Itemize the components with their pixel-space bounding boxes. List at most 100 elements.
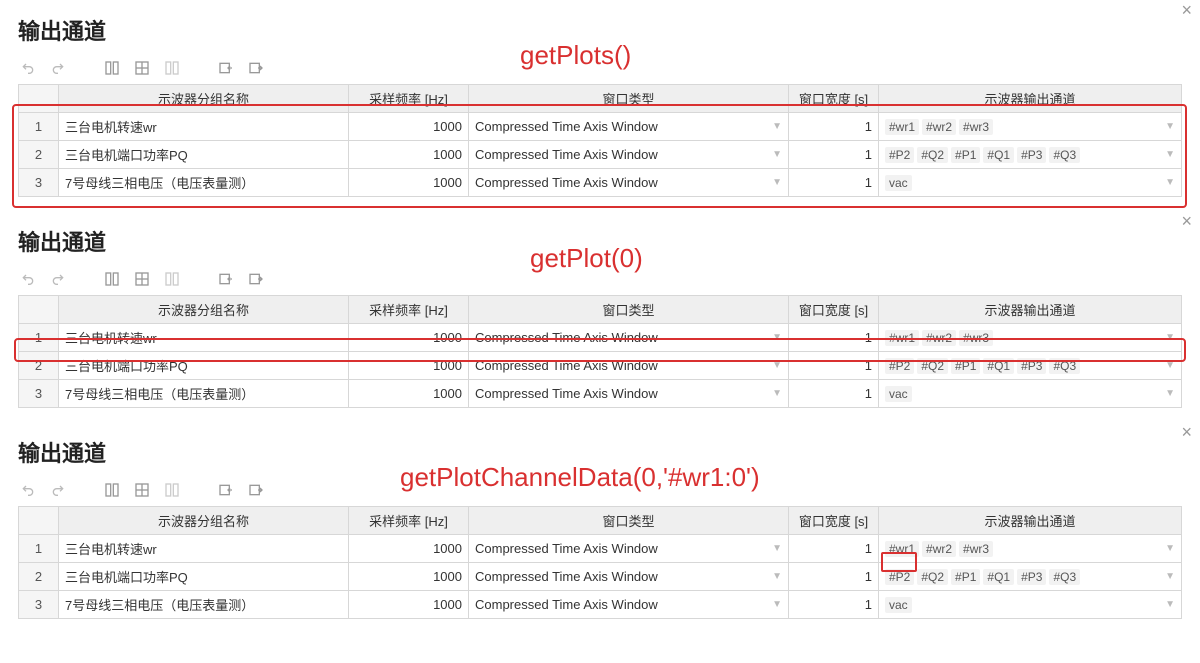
channel-tag[interactable]: #P1: [951, 569, 980, 585]
cell-name[interactable]: 三台电机端口功率PQ: [59, 141, 349, 169]
cell-freq[interactable]: 1000: [349, 535, 469, 563]
cell-name[interactable]: 7号母线三相电压（电压表量测）: [59, 169, 349, 197]
cell-name[interactable]: 三台电机转速wr: [59, 113, 349, 141]
cell-name[interactable]: 7号母线三相电压（电压表量测）: [59, 591, 349, 619]
channel-tag[interactable]: #Q1: [983, 147, 1014, 163]
channel-tag[interactable]: #wr1: [885, 541, 919, 557]
cell-window-width[interactable]: 1: [789, 141, 879, 169]
grid-add-col-icon[interactable]: [104, 482, 120, 498]
import-icon[interactable]: [218, 271, 234, 287]
channel-tag[interactable]: #P3: [1017, 358, 1046, 374]
channel-tag[interactable]: #wr2: [922, 541, 956, 557]
table-row[interactable]: 1 三台电机转速wr1000Compressed Time Axis Window…: [19, 324, 1182, 352]
table-row[interactable]: 2三台电机端口功率PQ1000Compressed Time Axis Wind…: [19, 352, 1182, 380]
channel-tag[interactable]: #P3: [1017, 147, 1046, 163]
table-row[interactable]: 37号母线三相电压（电压表量测）1000Compressed Time Axis…: [19, 591, 1182, 619]
channel-tag[interactable]: #wr2: [922, 119, 956, 135]
cell-window-type[interactable]: Compressed Time Axis Window▼: [469, 169, 789, 197]
channel-tag[interactable]: #P1: [951, 147, 980, 163]
export-icon[interactable]: [248, 271, 264, 287]
cell-freq[interactable]: 1000: [349, 563, 469, 591]
close-icon[interactable]: ×: [1181, 0, 1192, 21]
channel-tag[interactable]: #P1: [951, 358, 980, 374]
cell-window-width[interactable]: 1: [789, 169, 879, 197]
cell-output-channels[interactable]: #P2#Q2#P1#Q1#P3#Q3▼: [879, 352, 1182, 380]
channel-tag[interactable]: #P2: [885, 358, 914, 374]
cell-freq[interactable]: 1000: [349, 141, 469, 169]
grid-icon[interactable]: [134, 60, 150, 76]
channel-tag[interactable]: #Q2: [917, 358, 948, 374]
cell-name[interactable]: 7号母线三相电压（电压表量测）: [59, 380, 349, 408]
channel-tag[interactable]: #wr2: [922, 330, 956, 346]
grid-remove-icon[interactable]: [164, 271, 180, 287]
channel-tag[interactable]: #Q1: [983, 569, 1014, 585]
channel-tag[interactable]: #Q3: [1049, 569, 1080, 585]
cell-freq[interactable]: 1000: [349, 591, 469, 619]
table-row[interactable]: 1 三台电机转速wr1000Compressed Time Axis Window…: [19, 113, 1182, 141]
undo-icon[interactable]: [20, 60, 36, 76]
cell-window-type[interactable]: Compressed Time Axis Window▼: [469, 141, 789, 169]
cell-output-channels[interactable]: #wr1#wr2#wr3▼: [879, 324, 1182, 352]
cell-window-width[interactable]: 1: [789, 535, 879, 563]
grid-add-col-icon[interactable]: [104, 60, 120, 76]
grid-icon[interactable]: [134, 271, 150, 287]
cell-name[interactable]: 三台电机转速wr: [59, 535, 349, 563]
redo-icon[interactable]: [50, 482, 66, 498]
channel-tag[interactable]: #Q3: [1049, 358, 1080, 374]
cell-window-type[interactable]: Compressed Time Axis Window▼: [469, 113, 789, 141]
undo-icon[interactable]: [20, 271, 36, 287]
cell-freq[interactable]: 1000: [349, 352, 469, 380]
grid-add-col-icon[interactable]: [104, 271, 120, 287]
channel-tag[interactable]: #wr3: [959, 541, 993, 557]
channel-tag[interactable]: #P2: [885, 147, 914, 163]
export-icon[interactable]: [248, 482, 264, 498]
output-channel-table[interactable]: 示波器分组名称 采样频率 [Hz] 窗口类型 窗口宽度 [s] 示波器输出通道 …: [18, 506, 1182, 619]
cell-window-width[interactable]: 1: [789, 380, 879, 408]
cell-output-channels[interactable]: #wr1#wr2#wr3▼: [879, 535, 1182, 563]
table-row[interactable]: 37号母线三相电压（电压表量测）1000Compressed Time Axis…: [19, 169, 1182, 197]
cell-window-width[interactable]: 1: [789, 563, 879, 591]
cell-window-type[interactable]: Compressed Time Axis Window▼: [469, 324, 789, 352]
close-icon[interactable]: ×: [1181, 422, 1192, 443]
cell-window-width[interactable]: 1: [789, 352, 879, 380]
channel-tag[interactable]: #Q2: [917, 569, 948, 585]
cell-name[interactable]: 三台电机端口功率PQ: [59, 563, 349, 591]
cell-window-type[interactable]: Compressed Time Axis Window▼: [469, 380, 789, 408]
cell-output-channels[interactable]: vac▼: [879, 380, 1182, 408]
cell-output-channels[interactable]: #wr1#wr2#wr3▼: [879, 113, 1182, 141]
table-row[interactable]: 1三台电机转速wr1000Compressed Time Axis Window…: [19, 535, 1182, 563]
output-channel-table[interactable]: 示波器分组名称 采样频率 [Hz] 窗口类型 窗口宽度 [s] 示波器输出通道 …: [18, 295, 1182, 408]
cell-output-channels[interactable]: #P2#Q2#P1#Q1#P3#Q3▼: [879, 141, 1182, 169]
channel-tag[interactable]: vac: [885, 386, 912, 402]
grid-icon[interactable]: [134, 482, 150, 498]
cell-freq[interactable]: 1000: [349, 324, 469, 352]
cell-name[interactable]: 三台电机转速wr: [59, 324, 349, 352]
channel-tag[interactable]: vac: [885, 597, 912, 613]
redo-icon[interactable]: [50, 271, 66, 287]
import-icon[interactable]: [218, 482, 234, 498]
cell-window-type[interactable]: Compressed Time Axis Window▼: [469, 591, 789, 619]
grid-remove-icon[interactable]: [164, 482, 180, 498]
cell-window-width[interactable]: 1: [789, 113, 879, 141]
close-icon[interactable]: ×: [1181, 211, 1192, 232]
channel-tag[interactable]: #P3: [1017, 569, 1046, 585]
export-icon[interactable]: [248, 60, 264, 76]
output-channel-table[interactable]: 示波器分组名称 采样频率 [Hz] 窗口类型 窗口宽度 [s] 示波器输出通道 …: [18, 84, 1182, 197]
channel-tag[interactable]: #Q3: [1049, 147, 1080, 163]
channel-tag[interactable]: #Q2: [917, 147, 948, 163]
undo-icon[interactable]: [20, 482, 36, 498]
import-icon[interactable]: [218, 60, 234, 76]
cell-window-width[interactable]: 1: [789, 591, 879, 619]
cell-freq[interactable]: 1000: [349, 169, 469, 197]
table-row[interactable]: 2三台电机端口功率PQ1000Compressed Time Axis Wind…: [19, 563, 1182, 591]
cell-freq[interactable]: 1000: [349, 113, 469, 141]
cell-freq[interactable]: 1000: [349, 380, 469, 408]
channel-tag[interactable]: #wr3: [959, 330, 993, 346]
channel-tag[interactable]: vac: [885, 175, 912, 191]
channel-tag[interactable]: #Q1: [983, 358, 1014, 374]
cell-window-width[interactable]: 1: [789, 324, 879, 352]
cell-output-channels[interactable]: #P2#Q2#P1#Q1#P3#Q3▼: [879, 563, 1182, 591]
channel-tag[interactable]: #wr1: [885, 119, 919, 135]
channel-tag[interactable]: #P2: [885, 569, 914, 585]
cell-output-channels[interactable]: vac▼: [879, 169, 1182, 197]
